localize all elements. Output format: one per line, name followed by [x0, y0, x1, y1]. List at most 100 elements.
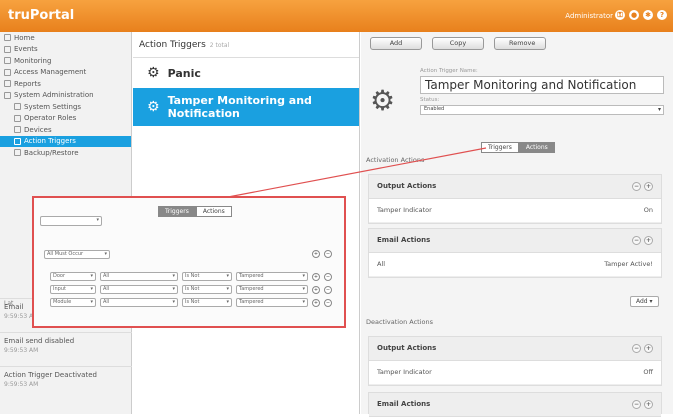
- bell-icon[interactable]: ●: [629, 10, 639, 20]
- key-icon: [4, 68, 11, 76]
- sidebar-item[interactable]: Monitoring: [0, 55, 131, 67]
- condition-operator-select[interactable]: Is Not: [182, 298, 232, 307]
- action-value: On: [643, 206, 653, 214]
- event-item[interactable]: Email send disabled 9:59:53 AM: [0, 332, 132, 366]
- condition-target-select[interactable]: All: [100, 272, 178, 281]
- user-name[interactable]: Administrator: [565, 12, 613, 20]
- popup-tab-triggers[interactable]: Triggers: [158, 206, 196, 217]
- list-header: Action Triggers 2 total: [133, 32, 359, 58]
- trigger-gear-icon: ⚙: [370, 84, 396, 117]
- card-title: Output Actions: [377, 182, 437, 190]
- condition-state-select[interactable]: Tampered: [236, 298, 308, 307]
- sidebar-item[interactable]: System Settings: [0, 101, 131, 113]
- gear-icon: ⚙: [147, 65, 160, 81]
- gear-icon: ⚙: [147, 99, 160, 115]
- trigger-name-input[interactable]: Tamper Monitoring and Notification: [420, 76, 664, 94]
- sidebar-item-label: Reports: [14, 79, 41, 88]
- lock-icon[interactable]: ⚿: [615, 10, 625, 20]
- condition-type-select[interactable]: Door: [50, 272, 96, 281]
- tab-triggers[interactable]: Triggers: [481, 142, 519, 153]
- plus-icon[interactable]: +: [312, 250, 320, 258]
- sidebar-item-label: Access Management: [14, 68, 87, 77]
- top-bar: truPortal Administrator ⚿ ● ✱ ?: [0, 0, 673, 32]
- monitor-icon: [4, 57, 11, 65]
- event-time: 9:59:53 AM: [4, 381, 39, 388]
- action-value: Off: [643, 368, 653, 376]
- sidebar-item[interactable]: Backup/Restore: [0, 147, 131, 159]
- sidebar-item-label: Action Triggers: [24, 137, 76, 146]
- plus-icon[interactable]: +: [312, 273, 320, 281]
- minus-icon[interactable]: −: [324, 273, 332, 281]
- sidebar-item[interactable]: Events: [0, 44, 131, 56]
- sidebar-item-label: Operator Roles: [24, 114, 77, 123]
- gear-icon: [14, 103, 21, 111]
- admin-icon: [4, 91, 11, 99]
- action-row[interactable]: All Tamper Active!: [369, 253, 661, 277]
- event-time: 9:59:53 AM: [4, 347, 39, 354]
- remove-button[interactable]: Remove: [494, 37, 546, 50]
- settings-icon[interactable]: ✱: [643, 10, 653, 20]
- event-title: Action Trigger Deactivated: [4, 371, 97, 379]
- list-title: Action Triggers: [139, 40, 206, 50]
- plus-icon[interactable]: +: [644, 344, 653, 353]
- condition-target-select[interactable]: All: [100, 285, 178, 294]
- condition-type-select[interactable]: Input: [50, 285, 96, 294]
- help-icon[interactable]: ?: [657, 10, 667, 20]
- trigger-item-tamper[interactable]: ⚙ Tamper Monitoring and Notification: [133, 88, 359, 126]
- activation-email-card: Email Actions − + All Tamper Active!: [368, 228, 662, 278]
- action-row[interactable]: Tamper Indicator On: [369, 199, 661, 223]
- card-header: Output Actions − +: [369, 175, 661, 199]
- plus-icon[interactable]: +: [644, 236, 653, 245]
- condition-state-select[interactable]: Tampered: [236, 285, 308, 294]
- events-header: Lat: [4, 300, 14, 307]
- sidebar-item-label: Monitoring: [14, 56, 52, 65]
- sidebar-item-label: Home: [14, 33, 35, 42]
- trigger-item-panic[interactable]: ⚙ Panic: [133, 58, 359, 88]
- action-row[interactable]: Tamper Indicator Off: [369, 361, 661, 385]
- sidebar-item-label: Backup/Restore: [24, 148, 79, 157]
- add-button[interactable]: Add: [370, 37, 422, 50]
- triggers-popup: Triggers Actions All Must Occur + − Door…: [32, 196, 346, 328]
- minus-icon[interactable]: −: [324, 286, 332, 294]
- sidebar-item[interactable]: Access Management: [0, 67, 131, 79]
- activation-actions-title: Activation Actions: [366, 156, 425, 164]
- trigger-source-select[interactable]: [40, 216, 102, 226]
- sidebar-item[interactable]: Action Triggers: [0, 135, 131, 147]
- popup-tab-actions[interactable]: Actions: [195, 206, 232, 217]
- plus-icon[interactable]: +: [312, 299, 320, 307]
- add-dropdown-button[interactable]: Add ▾: [630, 296, 659, 307]
- sidebar-item[interactable]: System Administration: [0, 90, 131, 102]
- condition-target-select[interactable]: All: [100, 298, 178, 307]
- minus-icon[interactable]: −: [632, 182, 641, 191]
- plus-icon[interactable]: +: [644, 400, 653, 409]
- copy-button[interactable]: Copy: [432, 37, 484, 50]
- sidebar-item[interactable]: Operator Roles: [0, 113, 131, 125]
- minus-icon[interactable]: −: [324, 299, 332, 307]
- trigger-header-form: Action Trigger Name: Tamper Monitoring a…: [420, 68, 664, 115]
- minus-icon[interactable]: −: [632, 400, 641, 409]
- trigger-label: Tamper Monitoring and Notification: [167, 94, 312, 120]
- sidebar-item-label: Devices: [24, 125, 52, 134]
- group-operator-select[interactable]: All Must Occur: [44, 250, 110, 259]
- condition-state-select[interactable]: Tampered: [236, 272, 308, 281]
- event-item[interactable]: Action Trigger Deactivated 9:59:53 AM: [0, 366, 132, 400]
- condition-operator-select[interactable]: Is Not: [182, 272, 232, 281]
- sidebar-item[interactable]: Home: [0, 32, 131, 44]
- minus-icon[interactable]: −: [324, 250, 332, 258]
- activation-output-card: Output Actions − + Tamper Indicator On: [368, 174, 662, 224]
- sidebar-item[interactable]: Reports: [0, 78, 131, 90]
- minus-icon[interactable]: −: [632, 344, 641, 353]
- minus-icon[interactable]: −: [632, 236, 641, 245]
- status-select[interactable]: Enabled: [420, 105, 664, 115]
- backup-icon: [14, 149, 21, 157]
- tab-actions[interactable]: Actions: [518, 142, 555, 153]
- deactivation-output-card: Output Actions − + Tamper Indicator Off: [368, 336, 662, 386]
- sidebar-item[interactable]: Devices: [0, 124, 131, 136]
- status-label: Status:: [420, 97, 440, 103]
- condition-type-select[interactable]: Module: [50, 298, 96, 307]
- card-header: Output Actions − +: [369, 337, 661, 361]
- condition-operator-select[interactable]: Is Not: [182, 285, 232, 294]
- plus-icon[interactable]: +: [644, 182, 653, 191]
- card-title: Email Actions: [377, 236, 431, 244]
- plus-icon[interactable]: +: [312, 286, 320, 294]
